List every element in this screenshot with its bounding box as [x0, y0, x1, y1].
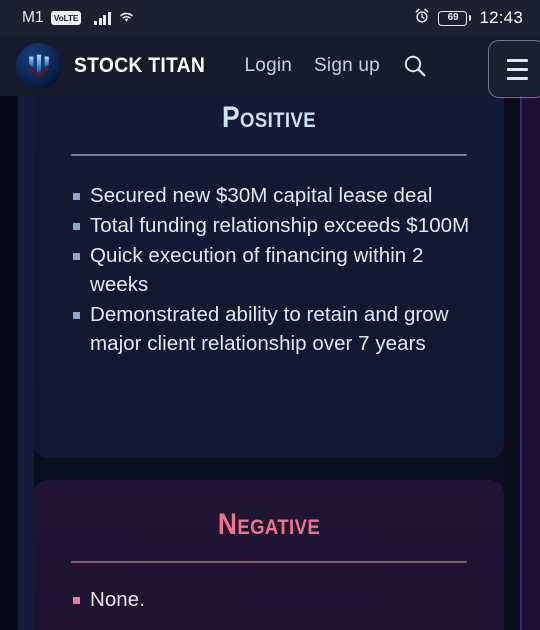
alarm-clock-icon [414, 8, 430, 29]
list-item: Secured new $30M capital lease deal [62, 181, 476, 210]
volte-badge: VoLTE [50, 11, 82, 25]
status-bar-left: M1 VoLTE [22, 9, 135, 28]
negative-card-title: Negative [217, 508, 321, 541]
carrier-label: M1 [22, 9, 44, 26]
battery-icon: 69 [438, 10, 472, 26]
positive-card: Positive Secured new $30M capital lease … [34, 96, 504, 458]
battery-percent-label: 69 [447, 12, 459, 23]
positive-card-divider [71, 154, 467, 156]
wifi-icon [118, 9, 135, 28]
page-left-edge [0, 96, 18, 630]
list-item: Demonstrated ability to retain and grow … [62, 300, 476, 358]
page-content: Positive Secured new $30M capital lease … [0, 96, 540, 630]
clock-label: 12:43 [479, 8, 523, 27]
site-header: STOCK TITAN Login Sign up [0, 36, 540, 98]
app-screen: M1 VoLTE 69 12:43 STOCK TITAN Login Sign… [0, 0, 540, 630]
signup-link[interactable]: Sign up [314, 55, 380, 77]
list-item: Quick execution of financing within 2 we… [62, 241, 476, 299]
hamburger-menu-icon[interactable] [488, 40, 540, 98]
page-left-band [18, 96, 34, 630]
negative-card-divider [71, 561, 467, 563]
status-bar: M1 VoLTE 69 12:43 [0, 0, 540, 36]
positive-bullet-list: Secured new $30M capital lease deal Tota… [62, 181, 476, 358]
search-icon[interactable] [400, 51, 430, 81]
status-bar-right: 69 12:43 [414, 8, 523, 29]
brand-home-link[interactable]: STOCK TITAN [16, 43, 217, 89]
stock-titan-logo-icon [16, 43, 62, 89]
nav-links: Login Sign up [245, 55, 380, 77]
negative-card: Negative None. [34, 480, 504, 630]
signal-bars-icon [94, 11, 111, 25]
negative-bullet-list: None. [62, 585, 476, 614]
positive-card-title: Positive [221, 101, 317, 134]
page-right-gutter [503, 96, 520, 630]
list-item: Total funding relationship exceeds $100M [62, 211, 476, 240]
brand-name-label: STOCK TITAN [74, 54, 206, 77]
list-item: None. [62, 585, 476, 614]
page-right-edge [522, 96, 540, 630]
login-link[interactable]: Login [245, 55, 293, 77]
